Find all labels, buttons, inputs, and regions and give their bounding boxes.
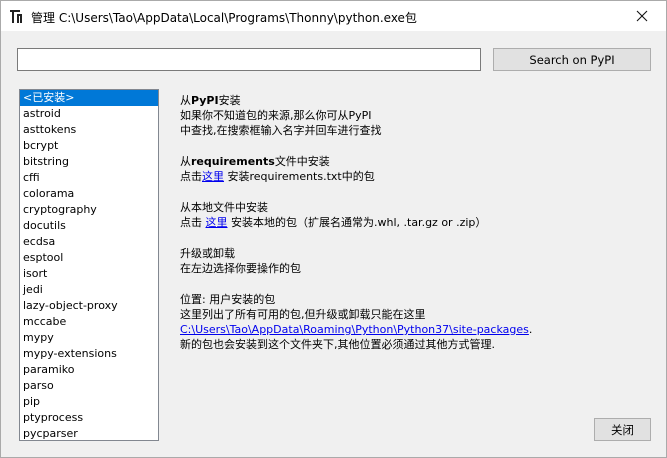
package-list-item[interactable]: cffi bbox=[20, 170, 158, 186]
package-list-item[interactable]: parso bbox=[20, 378, 158, 394]
package-list-item[interactable]: asttokens bbox=[20, 122, 158, 138]
location-text-line3: 新的包也会安装到这个文件夹下,其他位置必须通过其他方式管理. bbox=[180, 338, 495, 351]
package-list-item[interactable]: mypy bbox=[20, 330, 158, 346]
package-list-item[interactable]: <已安装> bbox=[20, 90, 158, 106]
package-list-item[interactable]: colorama bbox=[20, 186, 158, 202]
upgrade-text: 在左边选择你要操作的包 bbox=[180, 262, 301, 275]
package-list-item[interactable]: bitstring bbox=[20, 154, 158, 170]
package-list-item[interactable]: paramiko bbox=[20, 362, 158, 378]
package-list-item[interactable]: isort bbox=[20, 266, 158, 282]
package-list-item[interactable]: bcrypt bbox=[20, 138, 158, 154]
package-list-item[interactable]: ecdsa bbox=[20, 234, 158, 250]
package-list-item[interactable]: esptool bbox=[20, 250, 158, 266]
package-list-item[interactable]: astroid bbox=[20, 106, 158, 122]
package-list-item[interactable]: ptyprocess bbox=[20, 410, 158, 426]
requirements-heading: 从requirements文件中安装 bbox=[180, 155, 330, 168]
search-pypi-button[interactable]: Search on PyPI bbox=[493, 48, 651, 71]
package-manager-window: 管理 C:\Users\Tao\AppData\Local\Programs\T… bbox=[0, 0, 667, 458]
package-list-item[interactable]: docutils bbox=[20, 218, 158, 234]
title-bar: 管理 C:\Users\Tao\AppData\Local\Programs\T… bbox=[1, 1, 666, 31]
info-panel: 从PyPI安装 如果你不知道包的来源,那么你可从PyPI 中查找,在搜索框输入名… bbox=[180, 93, 650, 352]
requirements-install-link[interactable]: 这里 bbox=[202, 170, 224, 183]
window-title: 管理 C:\Users\Tao\AppData\Local\Programs\T… bbox=[31, 11, 417, 25]
package-list-item[interactable]: lazy-object-proxy bbox=[20, 298, 158, 314]
search-input[interactable] bbox=[17, 48, 481, 71]
package-list-item[interactable]: pip bbox=[20, 394, 158, 410]
close-icon[interactable] bbox=[633, 7, 651, 25]
package-list[interactable]: <已安装> astroid asttokens bcrypt bitstring cffi… bbox=[19, 89, 159, 441]
thonny-app-icon bbox=[9, 9, 25, 25]
requirements-text: 点击这里 安装requirements.txt中的包 bbox=[180, 170, 375, 183]
package-list-item[interactable]: cryptography bbox=[20, 202, 158, 218]
location-text-line1: 这里列出了所有可用的包,但升级或卸载只能在这里 bbox=[180, 308, 426, 321]
package-list-item[interactable]: mccabe bbox=[20, 314, 158, 330]
local-file-heading: 从本地文件中安装 bbox=[180, 201, 268, 214]
location-path-line: C:\Users\Tao\AppData\Roaming\Python\Pyth… bbox=[180, 323, 533, 336]
local-file-install-link[interactable]: 这里 bbox=[206, 216, 228, 229]
package-list-item[interactable]: pycparser bbox=[20, 426, 158, 440]
package-list-item[interactable]: jedi bbox=[20, 282, 158, 298]
site-packages-link[interactable]: C:\Users\Tao\AppData\Roaming\Python\Pyth… bbox=[180, 323, 529, 336]
package-list-item[interactable]: mypy-extensions bbox=[20, 346, 158, 362]
upgrade-heading: 升级或卸载 bbox=[180, 247, 235, 260]
local-file-text: 点击 这里 安装本地的包（扩展名通常为.whl, .tar.gz or .zip… bbox=[180, 216, 487, 229]
pypi-text-line2: 中查找,在搜索框输入名字并回车进行查找 bbox=[180, 124, 382, 137]
close-button[interactable]: 关闭 bbox=[594, 418, 651, 441]
pypi-heading: 从PyPI安装 bbox=[180, 94, 241, 107]
pypi-text-line1: 如果你不知道包的来源,那么你可从PyPI bbox=[180, 109, 372, 122]
location-heading: 位置: 用户安装的包 bbox=[180, 293, 276, 306]
